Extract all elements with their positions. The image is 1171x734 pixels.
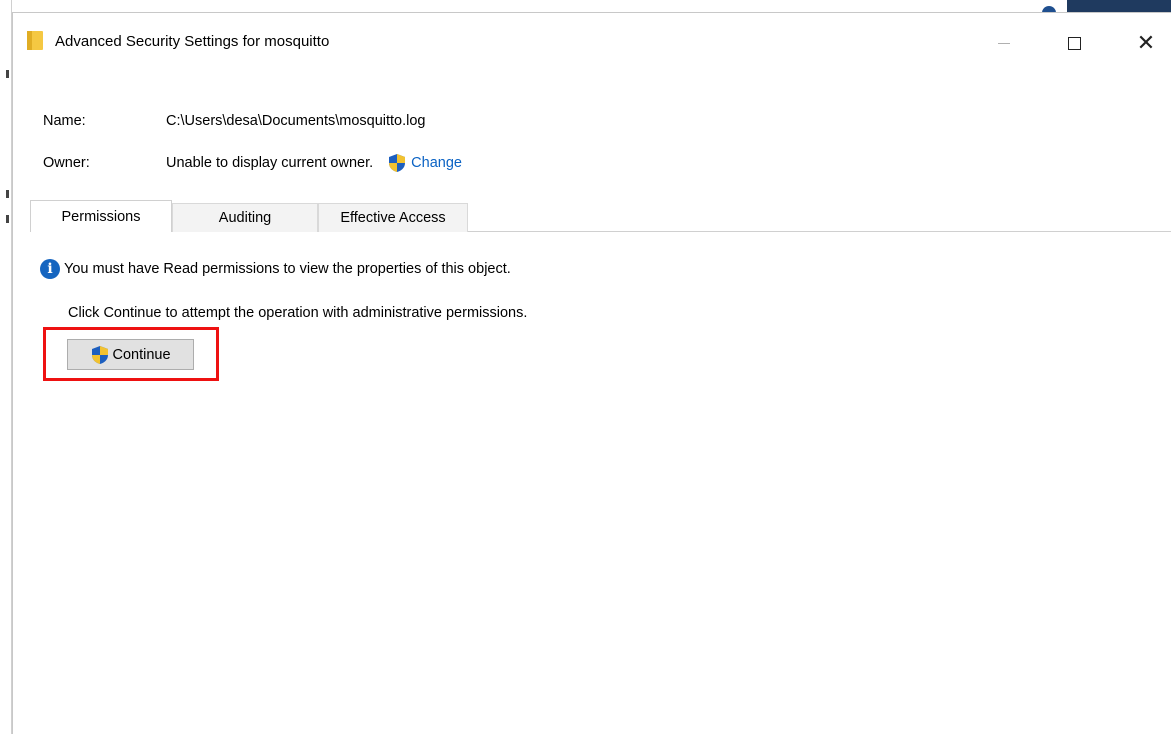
instruction-text: Click Continue to attempt the operation … [68,305,528,321]
tab-effective-access[interactable]: Effective Access [318,203,468,232]
continue-button[interactable]: Continue [67,339,194,370]
continue-label: Continue [112,346,171,363]
tab-strip: Permissions Auditing Effective Access [30,200,468,232]
info-message: You must have Read permissions to view t… [64,261,511,277]
minimize-icon [998,42,1010,44]
minimize-button[interactable] [981,23,1027,63]
change-owner-link[interactable]: Change [411,155,462,171]
name-label: Name: [43,113,86,129]
tab-auditing[interactable]: Auditing [172,203,318,232]
close-button[interactable]: ✕ [1123,23,1169,63]
name-row: Name: C:\Users\desa\Documents\mosquitto.… [43,113,426,129]
tab-permissions[interactable]: Permissions [30,200,172,232]
info-icon: i [40,259,60,279]
owner-label: Owner: [43,155,90,171]
folder-icon [27,31,43,50]
background-mark [6,70,9,78]
title-bar[interactable]: Advanced Security Settings for mosquitto… [13,13,1171,73]
window-title: Advanced Security Settings for mosquitto [55,33,330,50]
uac-shield-icon [389,154,406,172]
background-window-edge [0,0,12,734]
maximize-button[interactable] [1051,23,1097,63]
owner-row: Owner: Unable to display current owner. … [43,153,462,173]
owner-value: Unable to display current owner. [166,155,374,171]
maximize-icon [1067,36,1081,50]
close-icon: ✕ [1136,30,1156,55]
advanced-security-settings-dialog: Advanced Security Settings for mosquitto… [12,12,1171,734]
background-mark [6,215,9,223]
background-mark [6,190,9,198]
info-message-row: i You must have Read permissions to view… [40,259,511,279]
uac-shield-icon [92,345,109,364]
name-value: C:\Users\desa\Documents\mosquitto.log [166,113,426,129]
